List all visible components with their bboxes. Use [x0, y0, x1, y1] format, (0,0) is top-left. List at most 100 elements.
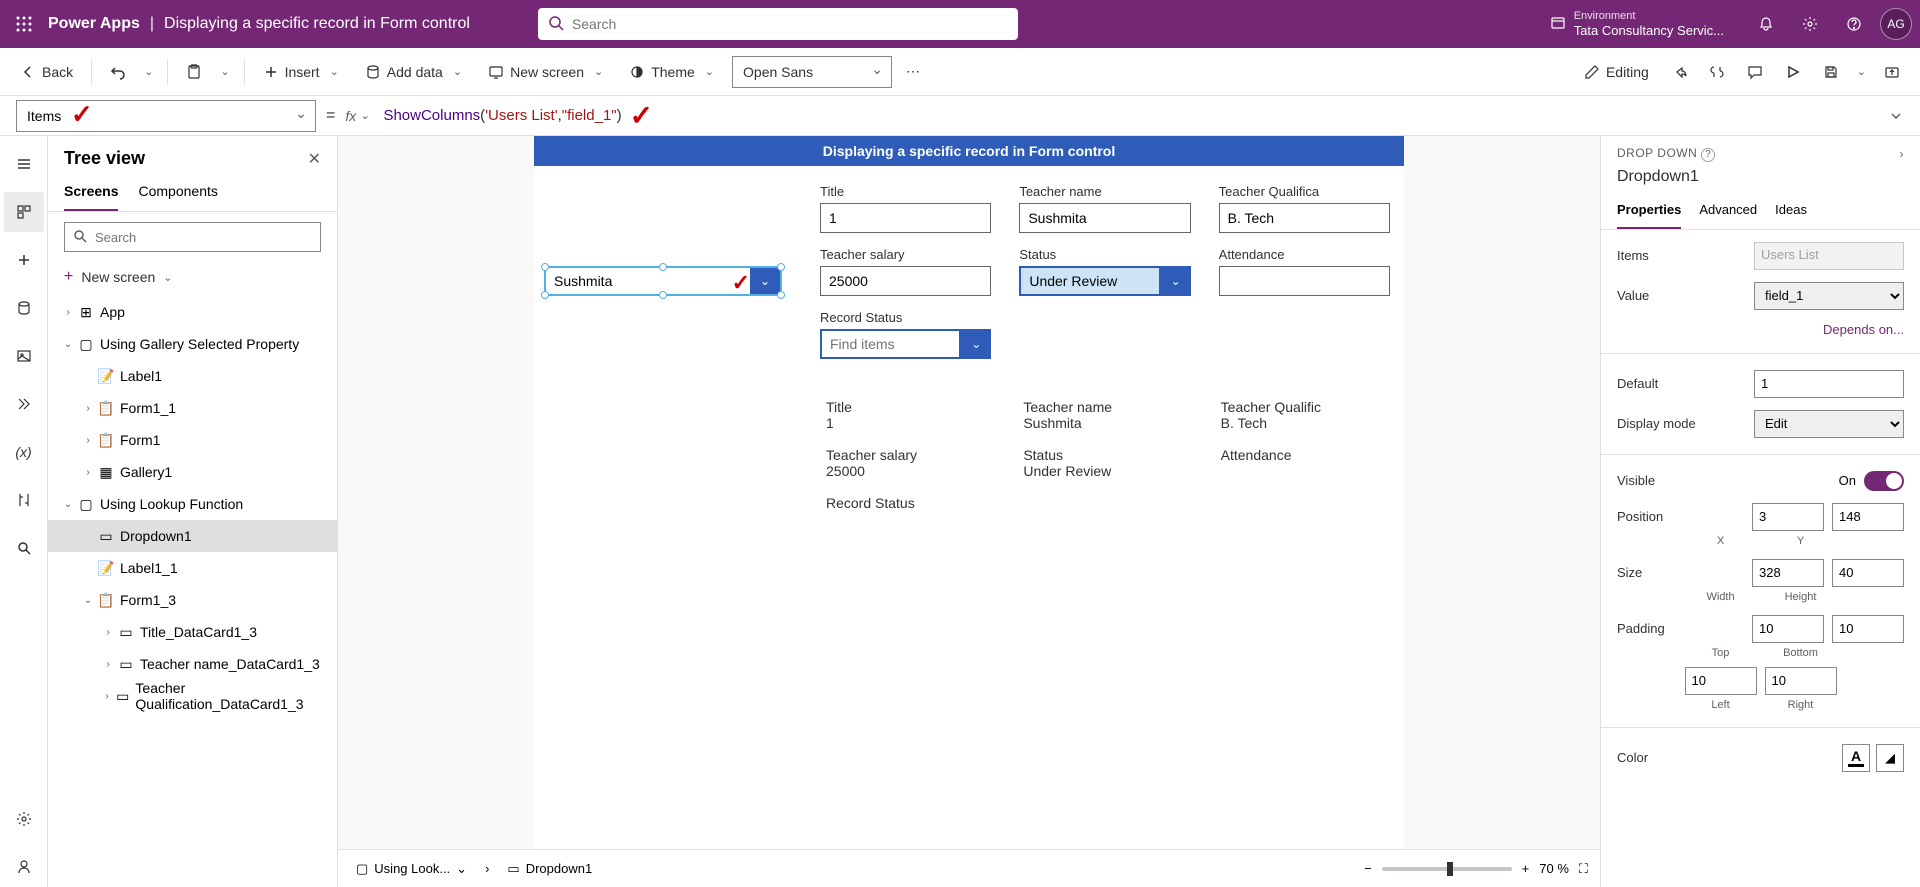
variables-icon[interactable]: (x)	[4, 432, 44, 472]
tree-node-label1[interactable]: 📝Label1	[48, 360, 337, 392]
canvas-dropdown-selected[interactable]: Sushmita ⌄ ✓	[544, 266, 782, 296]
editing-button[interactable]: Editing	[1576, 60, 1657, 84]
preview-button[interactable]	[1777, 60, 1809, 84]
new-screen-button[interactable]: + New screen ⌄	[48, 262, 337, 296]
tree-node-screen1[interactable]: ⌄▢Using Gallery Selected Property	[48, 328, 337, 360]
tree-node-screen2[interactable]: ⌄▢Using Lookup Function	[48, 488, 337, 520]
prop-pad-left-input[interactable]	[1685, 667, 1757, 695]
tree-node-tname-dc[interactable]: ›▭Teacher name_DataCard1_3	[48, 648, 337, 680]
insert-button[interactable]: Insert ⌄	[255, 60, 351, 84]
font-select[interactable]: Open Sans	[732, 56, 892, 88]
fill-color-button[interactable]: ◢	[1876, 744, 1904, 772]
font-color-button[interactable]: A	[1842, 744, 1870, 772]
prop-value-select[interactable]: field_1	[1754, 282, 1904, 310]
prop-y-input[interactable]	[1832, 503, 1904, 531]
zoom-slider[interactable]	[1382, 867, 1512, 871]
canvas-area: Displaying a specific record in Form con…	[338, 136, 1600, 887]
prop-displaymode-select[interactable]: Edit	[1754, 410, 1904, 438]
chevron-down-icon[interactable]: ⌄	[961, 329, 991, 359]
close-icon[interactable]: ✕	[308, 149, 321, 169]
property-select[interactable]: Items ✓	[16, 100, 316, 132]
app-header: Power Apps | Displaying a specific recor…	[0, 0, 1920, 48]
more-button[interactable]: ⋯	[898, 59, 928, 84]
power-automate-icon[interactable]	[4, 384, 44, 424]
tree-node-gallery1[interactable]: ›▦Gallery1	[48, 456, 337, 488]
paste-chevron[interactable]: ⌄	[216, 65, 233, 78]
prop-width-input[interactable]	[1752, 559, 1824, 587]
teacher-qualification-input[interactable]	[1219, 203, 1390, 233]
prop-height-input[interactable]	[1832, 559, 1904, 587]
fit-to-window-icon[interactable]: ⛶	[1579, 861, 1588, 877]
fx-label[interactable]: fx⌄	[345, 108, 369, 124]
publish-button[interactable]	[1876, 60, 1908, 84]
tab-screens[interactable]: Screens	[64, 175, 118, 211]
data-rail-icon[interactable]	[4, 288, 44, 328]
tab-ideas[interactable]: Ideas	[1775, 194, 1807, 229]
app-checker-button[interactable]	[1701, 60, 1733, 84]
ask-virtual-agent-icon[interactable]	[4, 847, 44, 887]
prop-items-value[interactable]: Users List	[1754, 242, 1904, 270]
save-button[interactable]	[1815, 60, 1847, 84]
attendance-input[interactable]	[1219, 266, 1390, 296]
breadcrumb-control[interactable]: ▭Dropdown1	[501, 859, 598, 879]
search-input[interactable]	[538, 8, 1018, 40]
tab-components[interactable]: Components	[138, 175, 217, 211]
theme-button[interactable]: Theme ⌄	[621, 60, 726, 84]
media-rail-icon[interactable]	[4, 336, 44, 376]
zoom-in-button[interactable]: +	[1522, 861, 1530, 876]
back-button[interactable]: Back	[12, 60, 81, 84]
settings-icon[interactable]	[1792, 6, 1828, 42]
app-canvas[interactable]: Displaying a specific record in Form con…	[534, 136, 1404, 849]
user-avatar[interactable]: AG	[1880, 8, 1912, 40]
chevron-down-icon[interactable]: ⌄	[1161, 266, 1191, 296]
prop-pad-bottom-input[interactable]	[1832, 615, 1904, 643]
tree-node-label1-1[interactable]: 📝Label1_1	[48, 552, 337, 584]
undo-chevron[interactable]: ⌄	[140, 65, 157, 78]
waffle-icon[interactable]	[8, 8, 40, 40]
depends-on-link[interactable]: Depends on...	[1823, 322, 1904, 337]
save-chevron[interactable]: ⌄	[1853, 65, 1870, 78]
zoom-out-button[interactable]: −	[1364, 861, 1372, 876]
add-data-button[interactable]: Add data ⌄	[357, 60, 474, 84]
record-status-input[interactable]	[820, 329, 961, 359]
settings-rail-icon[interactable]	[4, 799, 44, 839]
advanced-tools-icon[interactable]	[4, 480, 44, 520]
tree-node-dropdown1[interactable]: ▭Dropdown1	[48, 520, 337, 552]
prop-pad-top-input[interactable]	[1752, 615, 1824, 643]
paste-button[interactable]	[178, 60, 210, 84]
tree-node-form1-1[interactable]: ›📋Form1_1	[48, 392, 337, 424]
prop-x-input[interactable]	[1752, 503, 1824, 531]
search-rail-icon[interactable]	[4, 528, 44, 568]
tree-view-icon[interactable]	[4, 192, 44, 232]
comments-button[interactable]	[1739, 60, 1771, 84]
prop-pad-right-input[interactable]	[1765, 667, 1837, 695]
tab-properties[interactable]: Properties	[1617, 194, 1681, 229]
teacher-name-input[interactable]	[1019, 203, 1190, 233]
tree-node-app[interactable]: ›⊞App	[48, 296, 337, 328]
prop-visible-toggle[interactable]	[1864, 471, 1904, 491]
insert-rail-icon[interactable]	[4, 240, 44, 280]
chevron-down-icon[interactable]: ⌄	[750, 268, 780, 294]
undo-button[interactable]	[102, 60, 134, 84]
tree-node-form1-3[interactable]: ⌄📋Form1_3	[48, 584, 337, 616]
chevron-right-icon[interactable]: ›	[1900, 147, 1905, 161]
share-button[interactable]	[1663, 60, 1695, 84]
help-icon[interactable]	[1836, 6, 1872, 42]
notifications-icon[interactable]	[1748, 6, 1784, 42]
help-icon[interactable]: ?	[1701, 148, 1715, 162]
title-input[interactable]	[820, 203, 991, 233]
tree-node-tqual-dc[interactable]: ›▭Teacher Qualification_DataCard1_3	[48, 680, 337, 712]
tab-advanced[interactable]: Advanced	[1699, 194, 1757, 229]
formula-expand-button[interactable]	[1880, 100, 1912, 132]
prop-default-input[interactable]	[1754, 370, 1904, 398]
new-screen-button[interactable]: New screen ⌄	[480, 60, 615, 84]
formula-input[interactable]: ShowColumns('Users List',"field_1") ✓	[375, 99, 1880, 132]
tree-node-title-dc[interactable]: ›▭Title_DataCard1_3	[48, 616, 337, 648]
tree-search-input[interactable]	[64, 222, 321, 252]
status-input[interactable]	[1019, 266, 1160, 296]
environment-picker[interactable]: Environment Tata Consultancy Servic...	[1550, 10, 1724, 39]
teacher-salary-input[interactable]	[820, 266, 991, 296]
hamburger-icon[interactable]	[4, 144, 44, 184]
breadcrumb-screen[interactable]: ▢Using Look...⌄	[350, 859, 473, 879]
tree-node-form1[interactable]: ›📋Form1	[48, 424, 337, 456]
